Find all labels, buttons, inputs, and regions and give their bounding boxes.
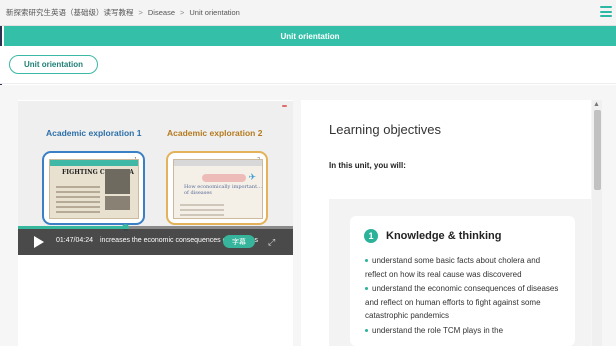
card1-photo [105, 169, 130, 194]
card1-title: Academic exploration 1 [46, 128, 142, 138]
scrollbar-thumb[interactable] [594, 110, 601, 190]
page-title-bar: Unit orientation [4, 26, 616, 46]
top-bar: 新探索研究生英语（基础级）读写教程 > Disease > Unit orien… [0, 0, 616, 26]
video-time: 01:47/04:24 [56, 237, 93, 244]
breadcrumb: 新探索研究生英语（基础级）读写教程 > Disease > Unit orien… [6, 7, 240, 18]
play-icon[interactable] [34, 236, 44, 248]
card2-title: Academic exploration 2 [167, 128, 263, 138]
time-total: 04:24 [75, 237, 94, 244]
objective-item: understand some basic facts about choler… [365, 256, 541, 279]
academic-exploration-1-card: 1 FIGHTING CHOLERA [42, 151, 145, 225]
scroll-up-arrow-icon[interactable]: ▲ [593, 101, 600, 108]
card1-photo [105, 196, 130, 210]
objectives-intro: In this unit, you will: [329, 161, 406, 170]
tab-row: Unit orientation [0, 46, 616, 84]
fullscreen-icon[interactable]: ⤢ [268, 237, 275, 248]
card2-thumb-headline: How economically important... of disease… [184, 184, 262, 196]
breadcrumb-course[interactable]: 新探索研究生英语（基础级）读写教程 [6, 7, 134, 18]
time-current: 01:47 [56, 237, 74, 244]
objectives-list: understand some basic facts about choler… [365, 254, 560, 338]
breadcrumb-separator: > [138, 8, 143, 17]
card1-thumbnail: FIGHTING CHOLERA [49, 159, 139, 219]
menu-icon[interactable] [600, 6, 612, 18]
learning-objectives-title: Learning objectives [329, 122, 442, 137]
section-title: Knowledge & thinking [386, 230, 502, 242]
objective-item: understand the role TCM plays in the [365, 324, 560, 338]
video-indicator [282, 105, 287, 107]
bullet-icon [365, 328, 368, 332]
page: 新探索研究生英语（基础级）读写教程 > Disease > Unit orien… [0, 0, 616, 346]
academic-exploration-2-card: 2 ✈ How economically important... of dis… [166, 151, 268, 225]
objective-item: understand the economic consequences of … [365, 284, 559, 320]
card2-thumbnail: ✈ How economically important... of disea… [173, 159, 263, 219]
breadcrumb-separator: > [180, 8, 185, 17]
page-title: Unit orientation [280, 31, 340, 41]
section-number-badge: 1 [364, 229, 378, 243]
bullet-icon [365, 287, 368, 291]
card2-ribbon [202, 174, 246, 182]
breadcrumb-section[interactable]: Disease [148, 8, 175, 17]
subtitle-button[interactable]: 字幕 [223, 235, 255, 248]
video-controls: 01:47/04:24 increases the economic conse… [18, 229, 293, 255]
airplane-icon: ✈ [248, 172, 256, 182]
bullet-icon [365, 259, 368, 263]
tab-unit-orientation[interactable]: Unit orientation [9, 55, 98, 74]
breadcrumb-page: Unit orientation [189, 8, 240, 17]
